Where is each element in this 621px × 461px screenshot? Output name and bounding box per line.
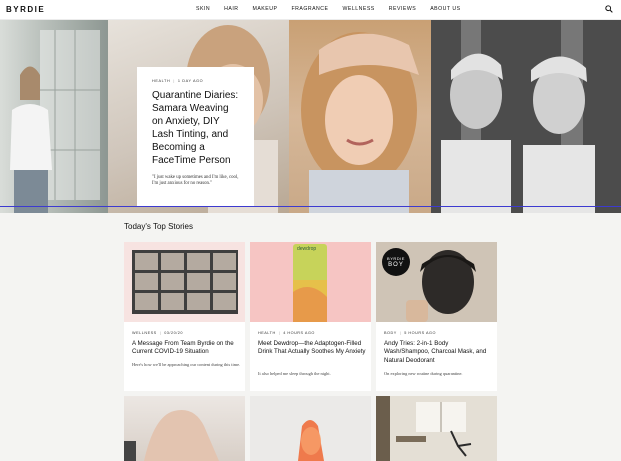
story-title[interactable]: A Message From Team Byrdie on the Curren… [132,340,242,357]
story-card-hand[interactable] [124,396,245,461]
hero-eyebrow: HEALTH | 1 DAY AGO [152,79,204,83]
story-thumbnail-video-call [124,242,245,322]
story-card-dewdrop[interactable]: dewdrop HEALTH | 4 HOURS AGO Meet Dewdrop—… [250,242,371,391]
badge-text-bottom: BOY [388,262,404,268]
nav-item-skin[interactable]: SKIN [196,6,210,12]
story-category[interactable]: WELLNESS [132,331,157,335]
story-card-covid[interactable]: WELLNESS | 03/20/20 A Message From Team By… [124,242,245,391]
hero-banner[interactable]: HEALTH | 1 DAY AGO Quarantine Diaries: Sam… [0,20,621,213]
story-category[interactable]: HEALTH [258,331,276,335]
story-thumbnail-dewdrop-can: dewdrop [250,242,371,322]
badge-text-top: BYRDIE [387,256,405,261]
story-description: Here's how we'll be approaching our cont… [132,362,241,367]
story-description: On exploring new routine during quaranti… [384,371,463,376]
top-navigation-bar: BYRDIE SKIN HAIR MAKEUP FRAGRANCE WELLNE… [0,0,621,20]
main-nav: SKIN HAIR MAKEUP FRAGRANCE WELLNESS REVI… [196,6,475,12]
story-description: It also helped me sleep through the nigh… [258,371,331,376]
story-meta: HEALTH | 4 HOURS AGO [258,331,315,335]
nav-item-wellness[interactable]: WELLNESS [343,6,375,12]
hero-photo-window [0,20,108,213]
dewdrop-can-label: dewdrop [297,246,317,252]
byrdie-boy-badge: BYRDIE BOY [382,248,410,276]
hero-quote: "I just wake up sometimes and I'm like, … [152,175,239,187]
story-meta: WELLNESS | 03/20/20 [132,331,183,335]
story-card-andy-tries[interactable]: BYRDIE BOY BODY | 5 HOURS AGO Andy Tries: … [376,242,497,391]
story-time: 4 HOURS AGO [283,331,315,335]
hero-title[interactable]: Quarantine Diaries: Samara Weaving on An… [152,89,239,167]
story-time: 5 HOURS AGO [404,331,436,335]
hero-category[interactable]: HEALTH [152,79,170,83]
hero-divider-line [0,206,621,207]
nav-item-reviews[interactable]: REVIEWS [389,6,416,12]
hero-time: 1 DAY AGO [177,79,204,83]
nav-item-fragrance[interactable]: FRAGRANCE [291,6,328,12]
story-card-salt-lamp[interactable] [250,396,371,461]
story-date: 03/20/20 [164,331,183,335]
story-meta: BODY | 5 HOURS AGO [384,331,436,335]
section-title: Today's Top Stories [124,222,193,231]
story-title[interactable]: Meet Dewdrop—the Adaptogen-Filled Drink … [258,340,368,357]
search-icon[interactable] [605,5,613,13]
story-title[interactable]: Andy Tries: 2-in-1 Body Wash/Shampoo, Ch… [384,340,494,365]
story-category[interactable]: BODY [384,331,397,335]
nav-item-about-us[interactable]: ABOUT US [430,6,460,12]
story-card-yoga[interactable] [376,396,497,461]
site-logo[interactable]: BYRDIE [6,5,45,14]
hero-photo-portrait [289,20,431,213]
nav-item-makeup[interactable]: MAKEUP [253,6,278,12]
nav-item-hair[interactable]: HAIR [224,6,238,12]
story-thumbnail-charcoal-mask: BYRDIE BOY [376,242,497,322]
hero-photo-black-and-white [431,20,621,213]
hero-article-card[interactable]: HEALTH | 1 DAY AGO Quarantine Diaries: Sam… [137,67,254,206]
